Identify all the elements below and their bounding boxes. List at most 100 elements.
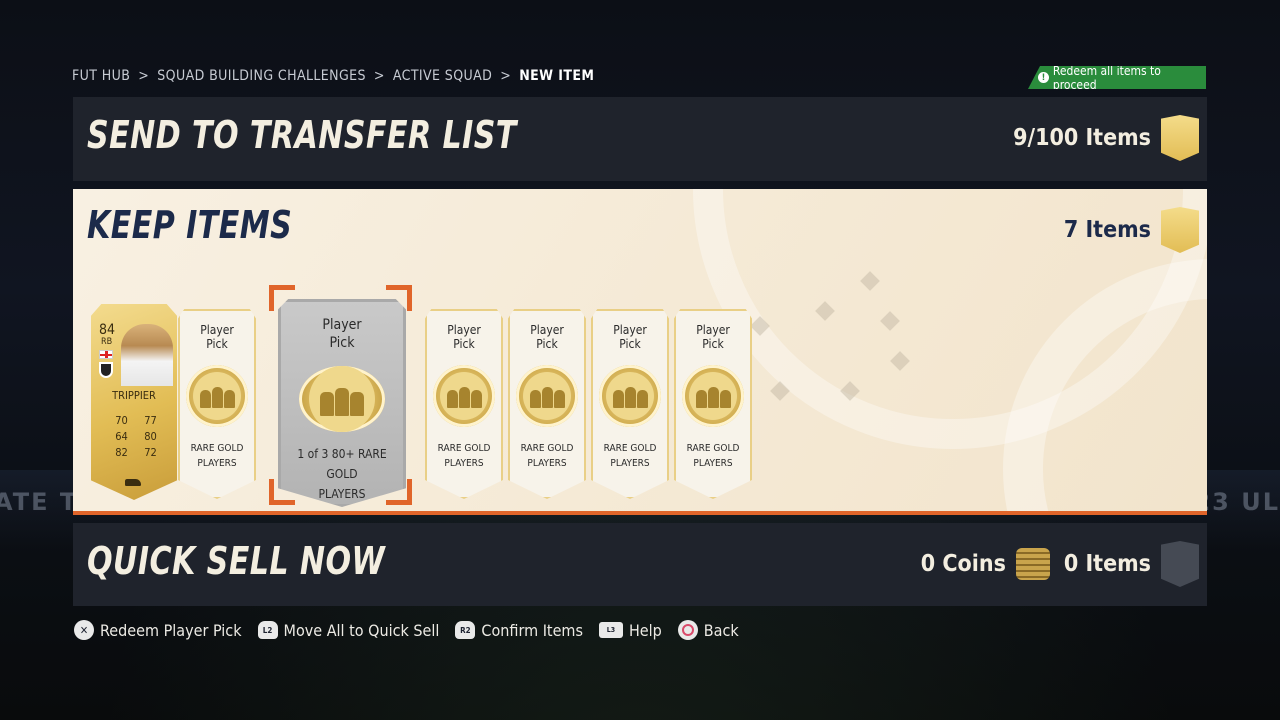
player-name: TRIPPIER <box>112 389 156 402</box>
pick-title-line: Pick <box>329 335 355 351</box>
l2-button-icon: L2 <box>257 621 278 639</box>
gold-shield-icon <box>1161 207 1199 253</box>
quick-sell-panel[interactable]: QUICK SELL NOW 0 Coins 0 Items <box>73 523 1207 606</box>
redeem-notice: ! Redeem all items to proceed <box>1028 66 1206 89</box>
breadcrumb-current: NEW ITEM <box>519 68 595 84</box>
player-pick-card[interactable]: Player Pick RARE GOLD PLAYERS <box>508 309 586 499</box>
background-text-left: ATE T <box>0 488 79 516</box>
help-button[interactable]: L3 Help <box>598 620 662 640</box>
back-button[interactable]: Back <box>677 620 739 640</box>
player-stat: 72 <box>144 446 157 459</box>
keep-items-panel: KEEP ITEMS 7 Items 84 RB TRIPPIER 70 77 … <box>73 189 1207 515</box>
pick-title: Player Pick <box>696 323 730 351</box>
pick-subtitle: RARE GOLD PLAYERS <box>521 441 574 471</box>
pick-subtitle: 1 of 3 80+ RARE GOLD PLAYERS <box>281 444 403 504</box>
panel-title: QUICK SELL NOW <box>87 539 386 583</box>
players-pack-icon <box>186 365 248 427</box>
player-pick-card[interactable]: Player Pick RARE GOLD PLAYERS <box>591 309 669 499</box>
transfer-list-count: 9/100 Items <box>1013 115 1199 161</box>
player-stat: 64 <box>115 430 128 443</box>
pick-subtitle-line: PLAYERS <box>444 458 484 469</box>
pick-subtitle-line: PLAYERS <box>527 458 567 469</box>
players-pack-icon <box>299 366 385 432</box>
chevron-right-icon: > <box>500 68 512 84</box>
pick-title: Player Pick <box>322 316 361 352</box>
breadcrumb: FUT HUB > SQUAD BUILDING CHALLENGES > AC… <box>72 68 594 84</box>
pick-subtitle-line: RARE GOLD <box>437 443 491 454</box>
pick-title-line: Pick <box>536 337 558 351</box>
pick-subtitle: RARE GOLD PLAYERS <box>604 441 657 471</box>
breadcrumb-active-squad[interactable]: ACTIVE SQUAD <box>393 68 492 84</box>
pick-title: Player Pick <box>613 323 647 351</box>
pick-title-line: Player <box>530 323 564 337</box>
player-stat: 70 <box>115 414 128 427</box>
chevron-right-icon: > <box>138 68 150 84</box>
r2-button-icon: R2 <box>455 621 476 639</box>
pick-subtitle: RARE GOLD PLAYERS <box>438 441 491 471</box>
breadcrumb-squad-building-challenges[interactable]: SQUAD BUILDING CHALLENGES <box>157 68 366 84</box>
control-label: Help <box>628 620 662 640</box>
pick-title-line: Player <box>322 317 362 333</box>
pick-title-line: Pick <box>206 337 228 351</box>
england-flag-icon <box>99 350 113 359</box>
pick-title-line: Player <box>200 323 234 337</box>
player-stat: 80 <box>144 430 157 443</box>
player-stat: 82 <box>115 446 128 459</box>
player-pick-card[interactable]: Player Pick RARE GOLD PLAYERS <box>178 309 256 499</box>
pick-subtitle: RARE GOLD PLAYERS <box>687 441 740 471</box>
boot-icon <box>125 479 141 486</box>
pick-subtitle-line: RARE GOLD <box>603 443 657 454</box>
gold-shield-icon <box>1161 115 1199 161</box>
player-position: RB <box>101 337 113 347</box>
pick-title: Player Pick <box>200 323 234 351</box>
send-to-transfer-list-panel[interactable]: SEND TO TRANSFER LIST 9/100 Items <box>73 97 1207 181</box>
pick-title-line: Player <box>613 323 647 337</box>
pick-subtitle-line: PLAYERS <box>197 458 237 469</box>
pick-title: Player Pick <box>447 323 481 351</box>
player-pick-card[interactable]: Player Pick RARE GOLD PLAYERS <box>674 309 752 499</box>
player-stat: 77 <box>144 414 157 427</box>
keep-items-count-text: 7 Items <box>1063 217 1151 243</box>
pick-subtitle-line: PLAYERS <box>693 458 733 469</box>
circle-button-icon <box>677 620 698 640</box>
player-pick-card-selected[interactable]: Player Pick 1 of 3 80+ RARE GOLD PLAYERS <box>278 299 406 507</box>
pick-subtitle-line: RARE GOLD <box>686 443 740 454</box>
control-label: Redeem Player Pick <box>100 620 242 640</box>
confirm-items-button[interactable]: R2 Confirm Items <box>455 621 583 640</box>
player-photo <box>121 324 173 386</box>
pick-subtitle-line: PLAYERS <box>610 458 650 469</box>
panel-title: SEND TO TRANSFER LIST <box>87 113 517 157</box>
player-stats: 70 77 64 80 82 72 <box>107 414 165 459</box>
panel-title: KEEP ITEMS <box>87 203 293 247</box>
player-pick-card[interactable]: Player Pick RARE GOLD PLAYERS <box>425 309 503 499</box>
pick-subtitle-line: RARE GOLD <box>520 443 574 454</box>
transfer-list-count-text: 9/100 Items <box>1013 125 1151 151</box>
pick-title-line: Pick <box>702 337 724 351</box>
quick-sell-count: 0 Items <box>1063 551 1151 577</box>
players-pack-icon <box>682 365 744 427</box>
quick-sell-coins: 0 Coins <box>920 551 1006 577</box>
controller-hints: ✕ Redeem Player Pick L2 Move All to Quic… <box>74 620 739 640</box>
players-pack-icon <box>433 365 495 427</box>
empty-shield-icon <box>1161 541 1199 587</box>
chevron-right-icon: > <box>373 68 385 84</box>
control-label: Confirm Items <box>481 620 583 640</box>
breadcrumb-fut-hub[interactable]: FUT HUB <box>72 68 130 84</box>
move-all-to-quick-sell-button[interactable]: L2 Move All to Quick Sell <box>257 620 440 640</box>
pick-subtitle: RARE GOLD PLAYERS <box>191 441 244 471</box>
pick-title-line: Pick <box>453 337 475 351</box>
l3-button-icon: L3 <box>598 622 623 638</box>
pick-title: Player Pick <box>530 323 564 351</box>
control-label: Back <box>703 620 739 640</box>
players-pack-icon <box>599 365 661 427</box>
redeem-player-pick-button[interactable]: ✕ Redeem Player Pick <box>74 620 242 640</box>
pick-title-line: Player <box>447 323 481 337</box>
pick-subtitle-line: PLAYERS <box>318 487 366 501</box>
pick-title-line: Pick <box>619 337 641 351</box>
info-icon: ! <box>1038 72 1049 83</box>
player-card-trippier[interactable]: 84 RB TRIPPIER 70 77 64 80 82 72 <box>91 304 177 500</box>
pick-subtitle-line: RARE GOLD <box>190 443 244 454</box>
cross-button-icon: ✕ <box>74 620 94 640</box>
coins-icon <box>1015 548 1050 580</box>
control-label: Move All to Quick Sell <box>283 620 440 640</box>
